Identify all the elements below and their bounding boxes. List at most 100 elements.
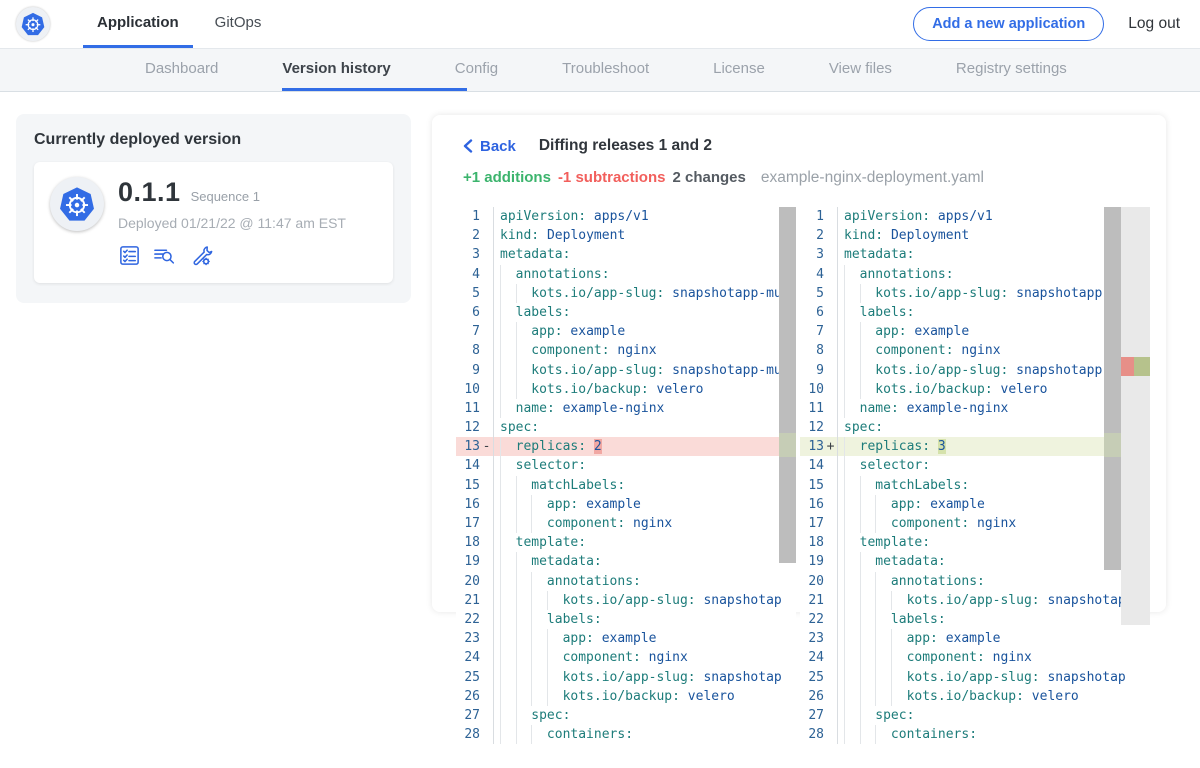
code-line: 14selector: — [800, 456, 1150, 475]
line-number: 28 — [800, 725, 824, 744]
changes-count: 2 changes — [672, 169, 745, 186]
diff-title: Diffing releases 1 and 2 — [539, 137, 712, 155]
scrollbar-thumb[interactable] — [779, 207, 796, 563]
diff-change-marker — [824, 303, 837, 322]
code-line: 28containers: — [456, 725, 796, 744]
line-number: 27 — [800, 706, 824, 725]
diff-change-marker — [824, 361, 837, 380]
diff-change-marker — [480, 226, 493, 245]
tab-config[interactable]: Config — [455, 49, 498, 91]
code-line: 24component: nginx — [800, 648, 1150, 667]
diff-change-marker — [824, 476, 837, 495]
scrollbar-diff-segment — [1104, 433, 1121, 457]
tab-registry-settings[interactable]: Registry settings — [956, 49, 1067, 91]
line-number: 17 — [456, 514, 480, 533]
diff-pane-original[interactable]: 1apiVersion: apps/v12kind: Deployment3me… — [456, 207, 796, 745]
line-number: 5 — [800, 284, 824, 303]
diff-change-marker — [824, 399, 837, 418]
code-line: 6labels: — [456, 303, 796, 322]
line-number: 24 — [800, 648, 824, 667]
wrench-gear-icon[interactable] — [188, 244, 213, 267]
line-number: 18 — [456, 533, 480, 552]
code-line: 20annotations: — [456, 572, 796, 591]
app-logo — [16, 7, 50, 41]
line-number: 22 — [800, 610, 824, 629]
code-line: 22labels: — [456, 610, 796, 629]
code-line: 10kots.io/backup: velero — [800, 380, 1150, 399]
code-line: 4annotations: — [800, 265, 1150, 284]
code-line: 14selector: — [456, 456, 796, 475]
diff-change-marker — [480, 399, 493, 418]
ruler-addition-marker — [1134, 357, 1150, 376]
line-number: 28 — [456, 725, 480, 744]
tab-view-files[interactable]: View files — [829, 49, 892, 91]
code-line: 5kots.io/app-slug: snapshotapp-mu — [800, 284, 1150, 303]
line-number: 19 — [800, 552, 824, 571]
scrollbar-thumb[interactable] — [1104, 207, 1121, 570]
tab-dashboard[interactable]: Dashboard — [145, 49, 218, 91]
deployed-version-card: 0.1.1 Sequence 1 Deployed 01/21/22 @ 11:… — [34, 162, 393, 283]
back-button[interactable]: Back — [463, 138, 516, 155]
diff-change-marker — [824, 226, 837, 245]
code-line: 3metadata: — [800, 245, 1150, 264]
diff-pane-modified[interactable]: 1apiVersion: apps/v12kind: Deployment3me… — [800, 207, 1150, 745]
diff-editor: 1apiVersion: apps/v12kind: Deployment3me… — [456, 207, 1150, 745]
diff-change-marker — [480, 456, 493, 475]
line-number: 11 — [800, 399, 824, 418]
nav-tab-gitops[interactable]: GitOps — [201, 0, 276, 48]
line-number: 2 — [800, 226, 824, 245]
diff-change-marker — [824, 418, 837, 437]
diff-filename: example-nginx-deployment.yaml — [761, 169, 984, 187]
line-number: 21 — [456, 591, 480, 610]
line-number: 20 — [456, 572, 480, 591]
code-line: 19metadata: — [800, 552, 1150, 571]
tab-license[interactable]: License — [713, 49, 765, 91]
diff-change-marker — [480, 514, 493, 533]
deployed-card-title: Currently deployed version — [34, 131, 393, 149]
line-number: 12 — [800, 418, 824, 437]
release-notes-search-icon[interactable] — [152, 244, 177, 267]
checklist-icon[interactable] — [118, 244, 141, 267]
diff-change-marker — [480, 706, 493, 725]
code-line: 4annotations: — [456, 265, 796, 284]
line-number: 15 — [456, 476, 480, 495]
line-number: 25 — [456, 668, 480, 687]
line-number: 17 — [800, 514, 824, 533]
code-line: 18template: — [800, 533, 1150, 552]
diff-change-marker — [480, 245, 493, 264]
logout-link[interactable]: Log out — [1128, 15, 1180, 33]
code-line: 27spec: — [456, 706, 796, 725]
code-line: 15matchLabels: — [800, 476, 1150, 495]
code-line: 17component: nginx — [456, 514, 796, 533]
code-line: 13+replicas: 3 — [800, 437, 1150, 456]
code-line: 22labels: — [800, 610, 1150, 629]
line-number: 8 — [456, 341, 480, 360]
tab-version-history[interactable]: Version history — [282, 49, 466, 91]
line-number: 3 — [456, 245, 480, 264]
line-number: 23 — [456, 629, 480, 648]
diff-change-marker — [824, 572, 837, 591]
add-application-button[interactable]: Add a new application — [913, 7, 1104, 41]
code-line: 13-replicas: 2 — [456, 437, 796, 456]
additions-count: +1 additions — [463, 169, 551, 186]
scrollbar-diff-segment — [779, 433, 796, 457]
diff-change-marker — [480, 418, 493, 437]
tab-troubleshoot[interactable]: Troubleshoot — [562, 49, 649, 91]
line-number: 15 — [800, 476, 824, 495]
line-number: 27 — [456, 706, 480, 725]
nav-tab-application[interactable]: Application — [83, 0, 193, 48]
diff-change-marker — [824, 265, 837, 284]
line-number: 19 — [456, 552, 480, 571]
code-line: 18template: — [456, 533, 796, 552]
app-subnav: Dashboard Version history Config Trouble… — [0, 48, 1200, 92]
kubernetes-icon — [19, 10, 47, 38]
diff-change-marker — [480, 552, 493, 571]
code-line: 12spec: — [456, 418, 796, 437]
diff-change-marker — [824, 533, 837, 552]
line-number: 24 — [456, 648, 480, 667]
code-line: 11name: example-nginx — [456, 399, 796, 418]
line-number: 12 — [456, 418, 480, 437]
line-number: 4 — [800, 265, 824, 284]
line-number: 23 — [800, 629, 824, 648]
diff-change-marker — [824, 648, 837, 667]
